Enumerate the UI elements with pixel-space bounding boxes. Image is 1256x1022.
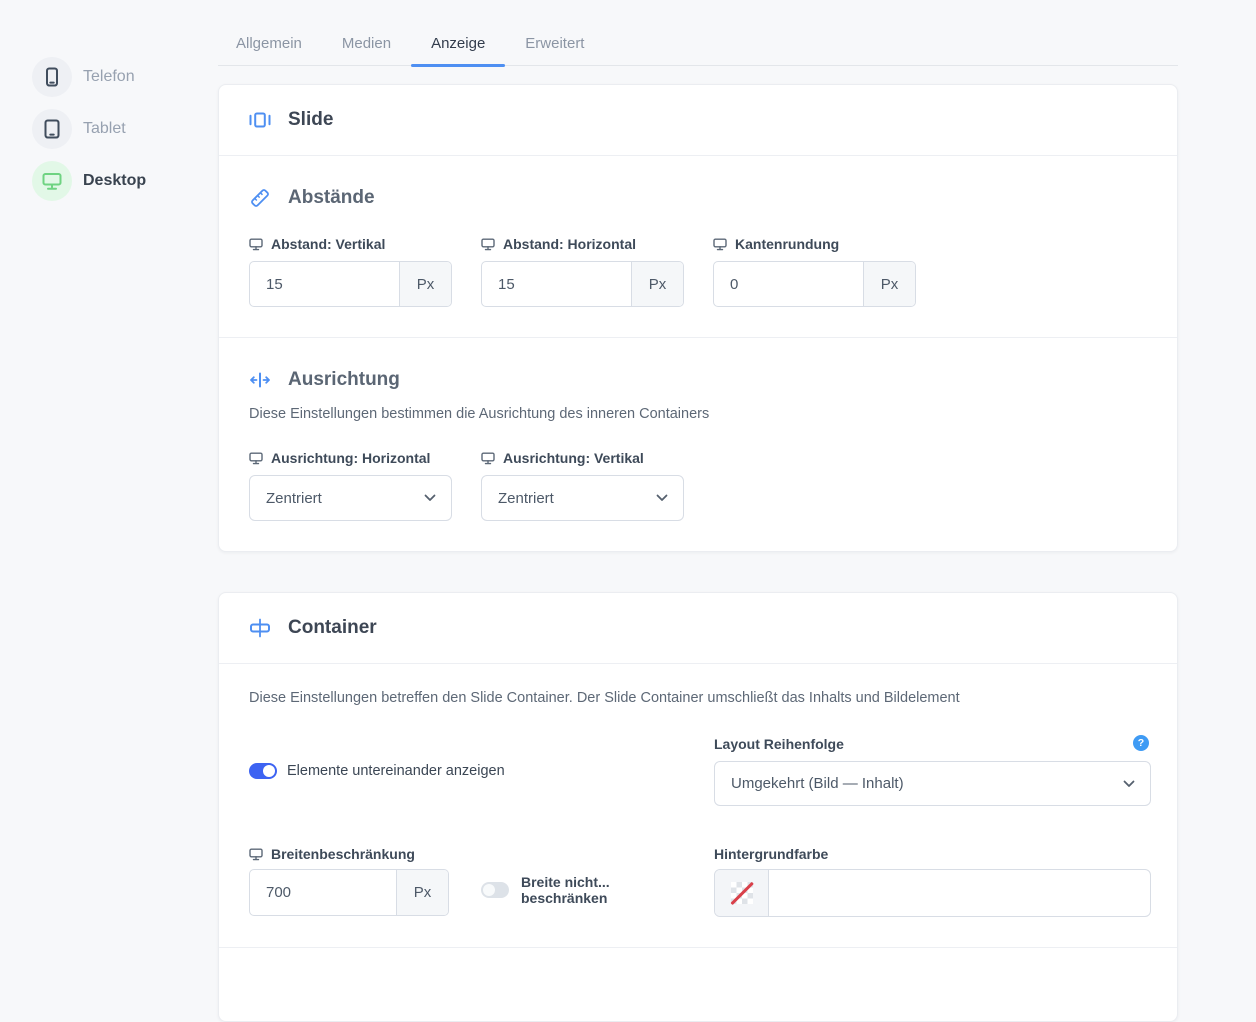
section-description: Diese Einstellungen bestimmen die Ausric… <box>249 406 1147 422</box>
card-title: Container <box>288 617 377 639</box>
no-width-limit-row: Breite nicht... beschränken <box>481 874 610 906</box>
abstand-vertikal-input[interactable] <box>250 262 399 306</box>
sidebar-item-tablet[interactable]: Tablet <box>32 109 146 149</box>
alignment-horizontal-select[interactable]: Zentriert <box>249 475 452 521</box>
desktop-icon <box>32 161 72 201</box>
chevron-down-icon <box>424 494 436 502</box>
sidebar-item-label: Desktop <box>83 172 146 190</box>
card-title: Slide <box>288 109 333 131</box>
field-ausrichtung-vertikal: Ausrichtung: Vertikal Zentriert <box>481 450 684 521</box>
field-label-text: Breitenbeschränkung <box>271 846 415 862</box>
field-label-text: Abstand: Vertikal <box>271 236 385 252</box>
field-label-text: Ausrichtung: Horizontal <box>271 450 430 466</box>
settings-tab-bar: Allgemein Medien Anzeige Erweitert <box>218 0 1178 66</box>
section-title: Abstände <box>288 187 375 209</box>
select-value: Zentriert <box>498 490 554 507</box>
background-color-label: Hintergrundfarbe <box>714 846 828 862</box>
unit-label: Px <box>399 262 451 306</box>
monitor-icon <box>713 238 727 251</box>
color-swatch-button[interactable] <box>715 870 769 916</box>
transparent-color-icon <box>731 882 753 904</box>
container-width-icon <box>249 618 271 638</box>
layout-order-select[interactable]: Umgekehrt (Bild — Inhalt) <box>714 761 1151 806</box>
tab-anzeige[interactable]: Anzeige <box>411 35 505 65</box>
monitor-icon <box>249 238 263 251</box>
tab-allgemein[interactable]: Allgemein <box>218 35 322 65</box>
field-kantenrundung: Kantenrundung Px <box>713 236 916 307</box>
toggle-label: Elemente untereinander anzeigen <box>287 763 505 779</box>
alignment-section: Ausrichtung Diese Einstellungen bestimme… <box>219 337 1177 551</box>
layout-order-label: Layout Reihenfolge <box>714 736 844 752</box>
sidebar-item-label: Tablet <box>83 120 126 138</box>
kantenrundung-input[interactable] <box>714 262 863 306</box>
sidebar-item-label: Telefon <box>83 68 135 86</box>
help-icon[interactable]: ? <box>1133 735 1149 751</box>
toggle-label: Breite nicht... beschränken <box>521 874 610 906</box>
slide-card: Slide Abstände <box>218 84 1178 552</box>
field-abstand-horizontal: Abstand: Horizontal Px <box>481 236 684 307</box>
align-horizontal-icon <box>249 371 271 389</box>
width-limit-input[interactable] <box>250 870 396 915</box>
unit-label: Px <box>631 262 683 306</box>
slide-card-header: Slide <box>219 85 1177 156</box>
unit-label: Px <box>396 870 448 915</box>
select-value: Umgekehrt (Bild — Inhalt) <box>731 775 904 792</box>
width-limit-field: Px <box>249 869 449 916</box>
container-description: Diese Einstellungen betreffen den Slide … <box>249 690 1147 706</box>
field-abstand-vertikal: Abstand: Vertikal Px <box>249 236 452 307</box>
field-ausrichtung-horizontal: Ausrichtung: Horizontal Zentriert <box>249 450 452 521</box>
monitor-icon <box>249 452 263 465</box>
stack-elements-row: Elemente untereinander anzeigen <box>249 763 505 779</box>
divider <box>219 947 1177 948</box>
width-limit-label-row: Breitenbeschränkung <box>249 846 415 862</box>
ruler-icon <box>249 187 271 209</box>
tab-medien[interactable]: Medien <box>322 35 411 65</box>
stack-elements-toggle[interactable] <box>249 763 277 779</box>
tablet-icon <box>32 109 72 149</box>
field-label-text: Kantenrundung <box>735 236 839 252</box>
device-sidebar: Telefon Tablet Desktop <box>32 57 146 213</box>
background-color-input[interactable] <box>769 870 1150 916</box>
tab-erweitert[interactable]: Erweitert <box>505 35 604 65</box>
chevron-down-icon <box>1123 780 1135 788</box>
monitor-icon <box>249 848 263 861</box>
background-color-field <box>714 869 1151 917</box>
phone-icon <box>32 57 72 97</box>
chevron-down-icon <box>656 494 668 502</box>
slide-frames-icon <box>249 110 271 130</box>
abstand-horizontal-input[interactable] <box>482 262 631 306</box>
monitor-icon <box>481 452 495 465</box>
unit-label: Px <box>863 262 915 306</box>
select-value: Zentriert <box>266 490 322 507</box>
spacing-section: Abstände Abstand: Vertikal Px <box>219 156 1177 337</box>
sidebar-item-telefon[interactable]: Telefon <box>32 57 146 97</box>
field-label-text: Abstand: Horizontal <box>503 236 636 252</box>
sidebar-item-desktop[interactable]: Desktop <box>32 161 146 201</box>
alignment-vertical-select[interactable]: Zentriert <box>481 475 684 521</box>
monitor-icon <box>481 238 495 251</box>
section-title: Ausrichtung <box>288 369 400 391</box>
field-label-text: Ausrichtung: Vertikal <box>503 450 644 466</box>
no-width-limit-toggle[interactable] <box>481 882 509 898</box>
container-card-header: Container <box>219 593 1177 664</box>
